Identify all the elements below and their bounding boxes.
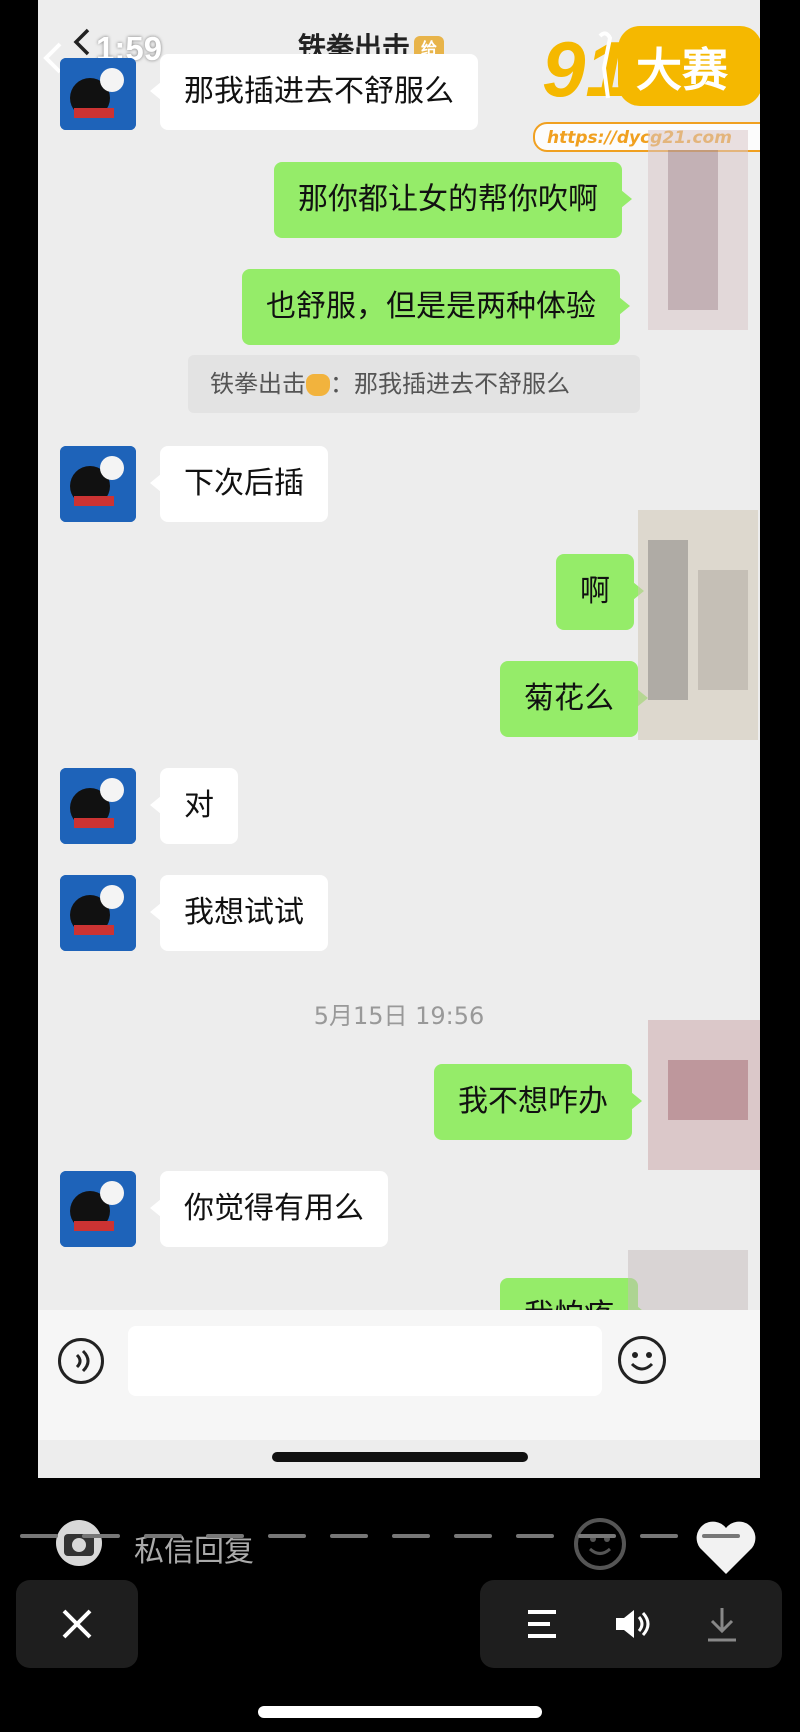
close-button[interactable] [16,1580,138,1668]
message-bubble-right: 那你都让女的帮你吹啊 [274,162,632,238]
smile-face-icon [588,1536,612,1555]
message-bubble-right: 菊花么 [500,661,648,737]
decorative-scribble [638,510,758,740]
progress-segment [82,1534,120,1538]
chat-screenshot: 1:59 铁拳出击给 91 大赛 https://dycg21.com 那我插进… [38,0,760,1478]
message-bubble-left: 对 [150,768,238,844]
menu-icon[interactable] [520,1602,564,1646]
avatar-image [60,768,136,844]
emoji-icon[interactable] [618,1336,666,1384]
fist-emoji-icon [306,374,330,396]
heart-icon[interactable] [694,1518,758,1576]
camera-glyph-icon [64,1534,94,1556]
progress-segment [702,1534,740,1538]
home-indicator [272,1452,528,1462]
message-bubble-left: 下次后插 [150,446,328,522]
avatar[interactable] [60,446,136,522]
logo-text: 大赛 [636,43,729,97]
avatar-image [60,58,136,130]
decorative-scribble [648,1020,760,1170]
quote-text: ：那我插进去不舒服么 [330,370,570,398]
watermark-logo: 91 大赛 [542,25,760,110]
close-icon [62,1609,92,1639]
dm-reply-bar[interactable] [34,1494,644,1590]
message-bubble-left: 你觉得有用么 [150,1171,388,1247]
progress-segment [578,1534,616,1538]
avatar[interactable] [60,768,136,844]
progress-segment [268,1534,306,1538]
message-bubble-right: 啊 [556,554,644,630]
message-bubble-left: 我想试试 [150,875,328,951]
quote-author: 铁拳出击 [210,370,306,398]
message-input[interactable] [128,1326,602,1396]
download-icon[interactable] [700,1602,744,1646]
avatar-image [60,446,136,522]
avatar-image [60,1171,136,1247]
progress-segment [516,1534,554,1538]
media-controls [480,1580,782,1668]
dm-emoji-icon[interactable] [574,1518,626,1570]
voice-wave-icon [75,1349,90,1373]
progress-segment [20,1534,58,1538]
smile-face-icon [630,1352,654,1371]
camera-icon[interactable] [56,1520,102,1566]
logo-number: 91 [542,25,629,110]
avatar-image [60,875,136,951]
video-progress-track[interactable] [20,1534,782,1538]
progress-segment [330,1534,368,1538]
chat-input-bar [38,1310,760,1440]
progress-segment [144,1534,182,1538]
progress-segment [206,1534,244,1538]
system-home-indicator [258,1706,542,1718]
quoted-reply: 铁拳出击 ：那我插进去不舒服么 [188,355,640,413]
dm-reply-placeholder[interactable]: 私信回复 [134,1526,254,1570]
avatar[interactable] [60,58,136,130]
progress-segment [640,1534,678,1538]
progress-segment [392,1534,430,1538]
avatar[interactable] [60,875,136,951]
avatar[interactable] [60,1171,136,1247]
voice-input-icon[interactable] [58,1338,104,1384]
message-bubble-left: 那我插进去不舒服么 [150,54,478,130]
message-bubble-right: 我不想咋办 [434,1064,642,1140]
message-bubble-right: 也舒服，但是是两种体验 [242,269,630,345]
progress-segment [454,1534,492,1538]
volume-icon[interactable] [610,1602,654,1646]
decorative-scribble [648,130,748,330]
